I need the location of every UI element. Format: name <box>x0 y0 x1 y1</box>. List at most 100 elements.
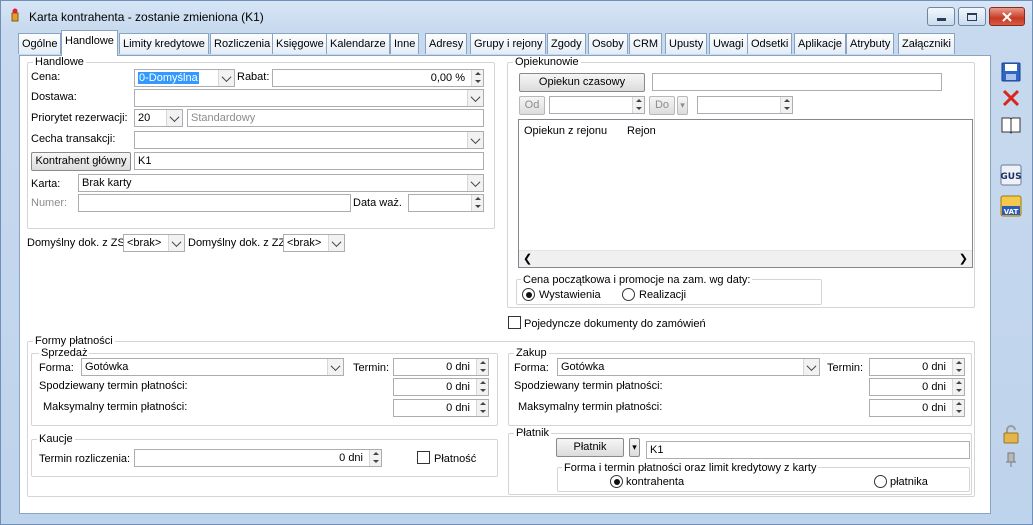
od-date-input[interactable] <box>549 96 645 114</box>
domyslny-zz-value: <brak> <box>287 237 322 249</box>
tab-limity-kredytowe[interactable]: Limity kredytowe <box>119 33 209 54</box>
sprzedaz-termin-spinner[interactable] <box>476 359 488 375</box>
kaucje-termin-input[interactable]: 0 dni <box>134 449 382 467</box>
close-window-button[interactable] <box>989 7 1025 26</box>
zakup-maks-input[interactable]: 0 dni <box>869 399 965 417</box>
tab-osoby[interactable]: Osoby <box>588 33 628 54</box>
od-spinner[interactable] <box>632 97 644 113</box>
data-waz-input[interactable] <box>408 194 484 212</box>
numer-input[interactable] <box>78 194 351 212</box>
sprzedaz-maks-label: Maksymalny termin płatności: <box>43 401 188 413</box>
tab-zgody[interactable]: Zgody <box>547 33 586 54</box>
tab-adresy[interactable]: Adresy <box>425 33 468 54</box>
group-handlowe-label: Handlowe <box>33 56 86 68</box>
tab-zalaczniki[interactable]: Załączniki <box>898 33 955 54</box>
tab-aplikacje[interactable]: Aplikacje <box>794 33 847 54</box>
help-button[interactable] <box>999 113 1023 137</box>
sprzedaz-spodziewany-spinner[interactable] <box>476 379 488 395</box>
zakup-label: Zakup <box>514 347 549 359</box>
kontrahent-glowny-button[interactable]: Kontrahent główny <box>31 152 131 171</box>
kontrahenta-label: kontrahenta <box>626 476 685 488</box>
close-form-button[interactable] <box>999 86 1023 110</box>
priorytet-description: Standardowy <box>187 109 484 127</box>
pojedyncze-checkbox[interactable] <box>508 316 521 329</box>
domyslny-zz-select[interactable]: <brak> <box>283 234 345 252</box>
zakup-termin-input[interactable]: 0 dni <box>869 358 965 376</box>
do-spinner[interactable] <box>780 97 792 113</box>
sprzedaz-termin-label: Termin: <box>353 362 390 374</box>
tab-uwagi[interactable]: Uwagi <box>709 33 748 54</box>
tab-rozliczenia[interactable]: Rozliczenia <box>210 33 275 54</box>
sprzedaz-maks-input[interactable]: 0 dni <box>393 399 489 417</box>
kaucje-platnosc-checkbox[interactable] <box>417 451 430 464</box>
opiekunowie-table[interactable]: Opiekun z rejonu Rejon ❮ ❯ <box>518 119 973 268</box>
lock-button[interactable] <box>999 422 1023 446</box>
kontrahent-glowny-input[interactable]: K1 <box>134 152 484 170</box>
karta-select[interactable]: Brak karty <box>78 174 484 192</box>
tab-grupy-i-rejony[interactable]: Grupy i rejony <box>470 33 547 54</box>
do-dropdown-button[interactable]: ▾ <box>677 96 688 115</box>
platnik-sub-label: Forma i termin płatności oraz limit kred… <box>562 462 819 474</box>
minimize-button[interactable] <box>927 7 955 26</box>
sprzedaz-termin-input[interactable]: 0 dni <box>393 358 489 376</box>
chevron-down-icon <box>168 235 184 251</box>
cena-label: Cena: <box>31 71 61 83</box>
tab-crm[interactable]: CRM <box>629 33 663 54</box>
opiekun-czasowy-input[interactable] <box>652 73 942 91</box>
do-button[interactable]: Do <box>649 96 675 115</box>
table-header-rejon[interactable]: Rejon <box>627 124 656 138</box>
zakup-forma-select[interactable]: Gotówka <box>557 358 820 376</box>
wystawienia-radio[interactable] <box>522 288 535 301</box>
realizacji-radio[interactable] <box>622 288 635 301</box>
save-button[interactable] <box>999 60 1023 84</box>
opiekun-czasowy-button[interactable]: Opiekun czasowy <box>519 73 645 92</box>
zakup-spodziewany-input[interactable]: 0 dni <box>869 378 965 396</box>
vat-button[interactable]: VAT <box>999 194 1023 218</box>
zakup-spodziewany-spinner[interactable] <box>952 379 964 395</box>
maximize-button[interactable] <box>958 7 986 26</box>
sprzedaz-maks-spinner[interactable] <box>476 400 488 416</box>
kontrahenta-radio[interactable] <box>610 475 623 488</box>
sprzedaz-spodziewany-input[interactable]: 0 dni <box>393 378 489 396</box>
cena-value: 0-Domyślna <box>138 72 199 84</box>
cecha-select[interactable] <box>134 131 484 149</box>
od-button[interactable]: Od <box>519 96 545 115</box>
zakup-termin-label: Termin: <box>827 362 864 374</box>
zakup-termin-spinner[interactable] <box>952 359 964 375</box>
zakup-maks-spinner[interactable] <box>952 400 964 416</box>
cecha-label: Cecha transakcji: <box>31 133 116 145</box>
kaucje-termin-spinner[interactable] <box>369 450 381 466</box>
tab-odsetki[interactable]: Odsetki <box>747 33 793 54</box>
priorytet-select[interactable]: 20 <box>134 109 183 127</box>
platnik-button[interactable]: Płatnik <box>556 438 624 457</box>
save-icon <box>1001 62 1021 82</box>
table-header-opiekun[interactable]: Opiekun z rejonu <box>524 124 607 138</box>
cena-select[interactable]: 0-Domyślna <box>134 69 235 87</box>
rabat-label: Rabat: <box>237 71 270 83</box>
tab-ogolne[interactable]: Ogólne <box>18 33 62 54</box>
do-date-input[interactable] <box>697 96 793 114</box>
rabat-spinner[interactable] <box>471 70 483 86</box>
domyslny-zs-select[interactable]: <brak> <box>123 234 185 252</box>
tab-handlowe[interactable]: Handlowe <box>61 30 118 56</box>
tab-atrybuty[interactable]: Atrybuty <box>846 33 895 54</box>
zakup-spodziewany-label: Spodziewany termin płatności: <box>514 380 663 392</box>
platnik-input[interactable]: K1 <box>646 441 970 459</box>
tab-upusty[interactable]: Upusty <box>665 33 708 54</box>
gus-button[interactable]: GUS <box>999 163 1023 187</box>
platnika-radio[interactable] <box>874 475 887 488</box>
horizontal-scrollbar[interactable]: ❮ ❯ <box>519 250 972 267</box>
data-waz-spinner[interactable] <box>471 195 483 211</box>
dostawa-select[interactable] <box>134 89 484 107</box>
sprzedaz-forma-select[interactable]: Gotówka <box>81 358 344 376</box>
group-opiekunowie-label: Opiekunowie <box>513 56 581 68</box>
tab-inne[interactable]: Inne <box>390 33 420 54</box>
rabat-input[interactable]: 0,00 % <box>272 69 484 87</box>
tab-kalendarze[interactable]: Kalendarze <box>326 33 390 54</box>
pin-button[interactable] <box>999 447 1023 471</box>
scroll-left-icon[interactable]: ❮ <box>523 252 532 265</box>
tab-ksiegowe[interactable]: Księgowe <box>272 33 328 54</box>
zakup-maks-value: 0 dni <box>922 402 946 414</box>
scroll-right-icon[interactable]: ❯ <box>959 252 968 265</box>
platnik-dropdown-button[interactable]: ▾ <box>629 438 640 457</box>
